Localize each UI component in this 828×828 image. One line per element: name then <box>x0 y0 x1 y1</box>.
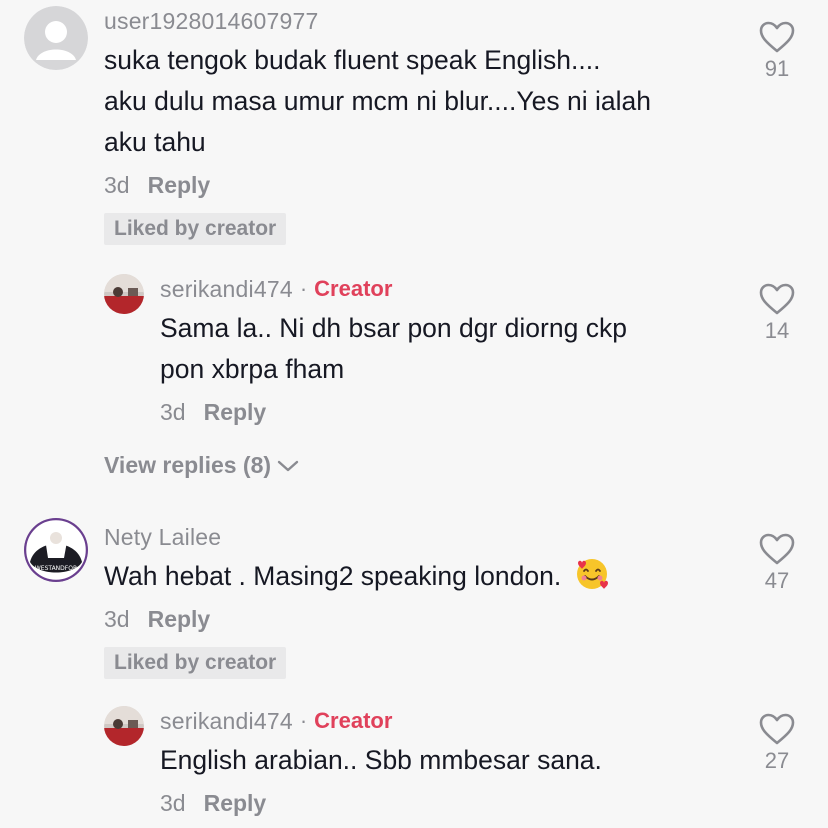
avatar[interactable]: WESTANDFOR <box>24 518 88 582</box>
comment-text: English arabian.. Sbb mmbesar sana. <box>160 745 602 775</box>
reply-button[interactable]: Reply <box>148 606 211 633</box>
comment-username[interactable]: serikandi474 <box>160 276 293 303</box>
separator: · <box>299 708 308 733</box>
comment-text: Sama la.. Ni dh bsar pon dgr diorng ckp … <box>160 313 627 384</box>
comment-meta: 3d Reply <box>160 787 738 819</box>
comment-username[interactable]: user1928014607977 <box>104 8 318 35</box>
like-count: 27 <box>764 748 790 773</box>
reply-button[interactable]: Reply <box>204 790 267 817</box>
liked-by-creator-badge: Liked by creator <box>104 647 287 679</box>
comment-meta: 3d Reply <box>104 603 738 635</box>
liked-by-creator-badge: Liked by creator <box>104 213 287 245</box>
like-count: 47 <box>764 568 790 593</box>
view-replies-label: View replies (8) <box>104 452 272 478</box>
creator-badge: Creator <box>314 708 393 733</box>
reply-button[interactable]: Reply <box>204 399 267 426</box>
default-avatar-icon[interactable] <box>24 6 88 70</box>
comment-date: 3d <box>104 605 130 632</box>
reply-button[interactable]: Reply <box>148 172 211 199</box>
like-button[interactable]: 27 <box>754 712 800 774</box>
comment-meta: 3d Reply <box>160 396 738 428</box>
like-count: 14 <box>764 318 790 343</box>
avatar[interactable] <box>104 706 144 746</box>
comment-username[interactable]: serikandi474 <box>160 708 293 735</box>
view-replies-button[interactable]: View replies (8) <box>104 452 299 479</box>
comment-date: 3d <box>160 789 186 816</box>
comment-date: 3d <box>104 171 130 198</box>
smiling-face-with-hearts-icon <box>576 559 608 589</box>
heart-icon <box>759 283 795 315</box>
comment-date: 3d <box>160 398 186 425</box>
heart-icon <box>759 21 795 53</box>
creator-badge: Creator <box>314 276 393 301</box>
comment-text: suka tengok budak fluent speak English..… <box>104 45 651 157</box>
avatar[interactable] <box>104 274 144 314</box>
like-button[interactable]: 91 <box>754 20 800 82</box>
comment-text: Wah hebat . Masing2 speaking london. <box>104 556 738 597</box>
heart-icon <box>759 713 795 745</box>
separator: · <box>299 276 308 301</box>
like-button[interactable]: 47 <box>754 532 800 594</box>
heart-icon <box>759 533 795 565</box>
svg-text:WESTANDFOR: WESTANDFOR <box>35 565 77 572</box>
like-count: 91 <box>764 56 790 81</box>
comments-screen: user1928014607977 suka tengok budak flue… <box>0 0 828 828</box>
comment-meta: 3d Reply <box>104 169 738 201</box>
like-button[interactable]: 14 <box>754 282 800 344</box>
chevron-down-icon <box>277 460 299 471</box>
comment-username[interactable]: Nety Lailee <box>104 524 221 551</box>
